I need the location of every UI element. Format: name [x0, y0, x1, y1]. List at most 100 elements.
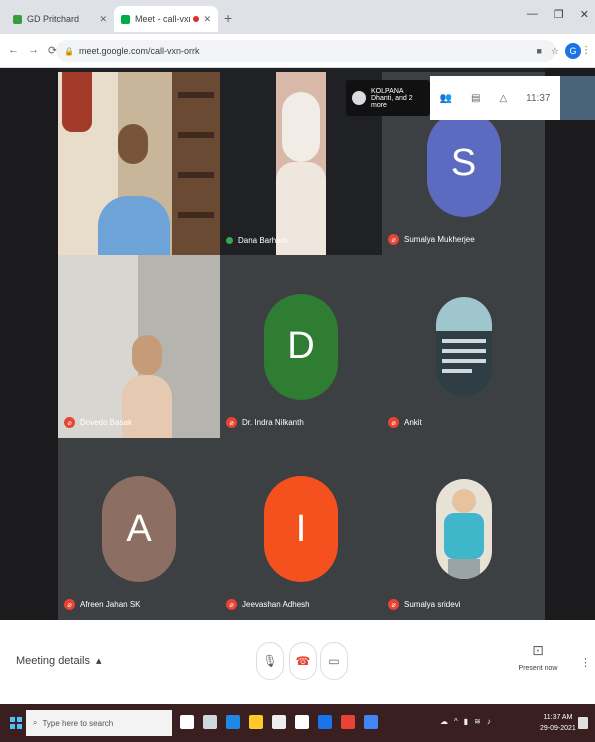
battery-icon[interactable]: ▮: [464, 717, 468, 726]
meeting-top-controls: 👥 ▤ △ 11:37: [430, 76, 560, 120]
chrome-icon[interactable]: [341, 715, 355, 729]
camera-in-use-icon[interactable]: ■: [536, 46, 541, 57]
participant-name: Afreen Jahan SK: [80, 600, 141, 609]
participant-name: Sumalya sridevi: [404, 600, 461, 609]
meeting-timer: 11:37: [526, 92, 551, 104]
participant-avatar: S: [426, 110, 501, 217]
participant-name: Dovedo Basak: [80, 418, 133, 427]
activities-icon[interactable]: △: [499, 93, 507, 104]
recording-indicator-icon: [193, 16, 200, 22]
meeting-details-button[interactable]: Meeting details ▴: [16, 654, 102, 668]
tab-close-icon[interactable]: ✕: [203, 14, 211, 25]
participant-video: [58, 72, 220, 255]
browser-menu-icon[interactable]: ⋮: [581, 45, 591, 56]
present-now-label: Present now: [518, 665, 558, 672]
address-bar: ← → ⟳ 🔒 meet.google.com/call-vxn-orrk ■ …: [0, 34, 595, 68]
clock-time: 11:37 AM: [543, 714, 573, 721]
participant-tile[interactable]: ⌀ Dovedo Basak: [58, 255, 220, 438]
leave-call-button[interactable]: ☎: [289, 642, 317, 680]
tab-close-icon[interactable]: ✕: [99, 14, 107, 25]
participant-tile[interactable]: I ⌀ Jeevashan Adhesh: [220, 438, 382, 620]
browser-tab-bar: GD Pritchard ✕ Meet - call-vxn-orrk ✕ + …: [0, 0, 595, 34]
participant-avatar: A: [102, 476, 176, 582]
tab-label: Meet - call-vxn-orrk: [135, 14, 190, 24]
participant-nameplate: ⌀ Afreen Jahan SK: [64, 599, 140, 610]
tray-chevron-icon[interactable]: ^: [454, 717, 458, 726]
mic-off-icon: ⌀: [64, 599, 75, 610]
volume-icon[interactable]: ♪: [487, 717, 491, 726]
maximize-icon[interactable]: ❐: [554, 8, 564, 21]
lock-icon: 🔒: [64, 46, 74, 56]
camera-button[interactable]: ▭: [320, 642, 348, 680]
store-icon[interactable]: [272, 715, 286, 729]
presenting-chip[interactable]: KOLPANA Dhanti, and 2 more: [346, 80, 430, 116]
participant-name: Ankit: [404, 418, 422, 427]
present-now-button[interactable]: ⊡ Present now: [518, 642, 558, 672]
mic-on-icon: [226, 237, 233, 244]
search-placeholder: Type here to search: [42, 718, 114, 728]
tab-gd-pritchard[interactable]: GD Pritchard ✕: [6, 6, 114, 32]
windows-taskbar: ⌕ Type here to search ☁ ^ ▮ ≋ ♪ 11:37 AM…: [0, 704, 595, 742]
tab-favicon-icon: [13, 14, 22, 24]
forward-icon[interactable]: →: [28, 44, 39, 57]
stage-margin-right: [545, 68, 595, 620]
taskbar-search[interactable]: ⌕ Type here to search: [26, 710, 172, 736]
participant-name: Sumalya Mukherjee: [404, 235, 475, 244]
present-screen-icon: ⊡: [532, 642, 544, 658]
participant-tile[interactable]: [58, 72, 220, 255]
taskbar-clock[interactable]: 11:37 AM 29-09-2021: [540, 712, 576, 734]
self-view-thumbnail[interactable]: [560, 76, 595, 120]
windows-start-icon[interactable]: [10, 717, 22, 729]
bookmark-star-icon[interactable]: ☆: [551, 46, 559, 57]
participant-tile[interactable]: D ⌀ Dr. Indra Nilkanth: [220, 255, 382, 438]
participant-avatar: I: [264, 476, 338, 582]
stage-margin-left: [0, 68, 58, 620]
system-tray: ☁ ^ ▮ ≋ ♪: [440, 717, 491, 726]
profile-avatar[interactable]: G: [565, 43, 581, 59]
hangup-icon: ☎: [295, 654, 311, 668]
word-icon[interactable]: [318, 715, 332, 729]
mail-icon[interactable]: [295, 715, 309, 729]
participant-avatar: D: [264, 293, 338, 400]
participant-nameplate: ⌀ Dovedo Basak: [64, 417, 132, 428]
participant-nameplate: ⌀ Jeevashan Adhesh: [226, 599, 310, 610]
participant-nameplate: ⌀ Sumalya sridevi: [388, 599, 460, 610]
onedrive-icon[interactable]: ☁: [440, 717, 448, 726]
back-icon[interactable]: ←: [8, 44, 19, 57]
participant-name: Jeevashan Adhesh: [242, 600, 310, 609]
app-icon[interactable]: [364, 715, 378, 729]
mic-button[interactable]: 🎙: [256, 642, 284, 680]
participant-nameplate: ⌀ Ankit: [388, 417, 422, 428]
participant-tile[interactable]: ⌀ Ankit: [382, 255, 545, 438]
taskbar-apps: [180, 715, 378, 729]
omnibox-actions: ■ ☆: [536, 46, 559, 57]
mic-off-icon: ⌀: [388, 599, 399, 610]
url-text: meet.google.com/call-vxn-orrk: [78, 46, 200, 56]
tab-meet[interactable]: Meet - call-vxn-orrk ✕: [114, 6, 218, 32]
more-options-icon[interactable]: ⋮: [580, 656, 591, 669]
edge-icon[interactable]: [226, 715, 240, 729]
camera-icon: ▭: [328, 654, 340, 668]
chevron-up-icon: ▴: [96, 655, 102, 667]
people-icon[interactable]: 👥: [440, 93, 452, 104]
participant-photo: [435, 296, 492, 397]
participant-tile[interactable]: ⌀ Sumalya sridevi: [382, 438, 545, 620]
wifi-icon[interactable]: ≋: [474, 717, 481, 726]
chat-icon[interactable]: ▤: [471, 93, 480, 104]
participant-photo: [435, 479, 492, 579]
tab-label: GD Pritchard: [27, 14, 80, 24]
task-view-icon[interactable]: [203, 715, 217, 729]
notifications-icon[interactable]: [578, 717, 588, 729]
close-window-icon[interactable]: ✕: [580, 8, 589, 21]
new-tab-button[interactable]: +: [224, 10, 232, 26]
meeting-details-label: Meeting details: [16, 654, 90, 667]
participant-nameplate: ⌀ Sumalya Mukherjee: [388, 234, 475, 245]
minimize-icon[interactable]: —: [527, 8, 538, 21]
participant-video: [58, 255, 220, 438]
mic-off-icon: ⌀: [226, 599, 237, 610]
cortana-icon[interactable]: [180, 715, 194, 729]
participant-tile[interactable]: A ⌀ Afreen Jahan SK: [58, 438, 220, 620]
nav-buttons: ← → ⟳: [8, 44, 57, 57]
file-explorer-icon[interactable]: [249, 715, 263, 729]
url-field[interactable]: 🔒 meet.google.com/call-vxn-orrk: [56, 40, 556, 62]
